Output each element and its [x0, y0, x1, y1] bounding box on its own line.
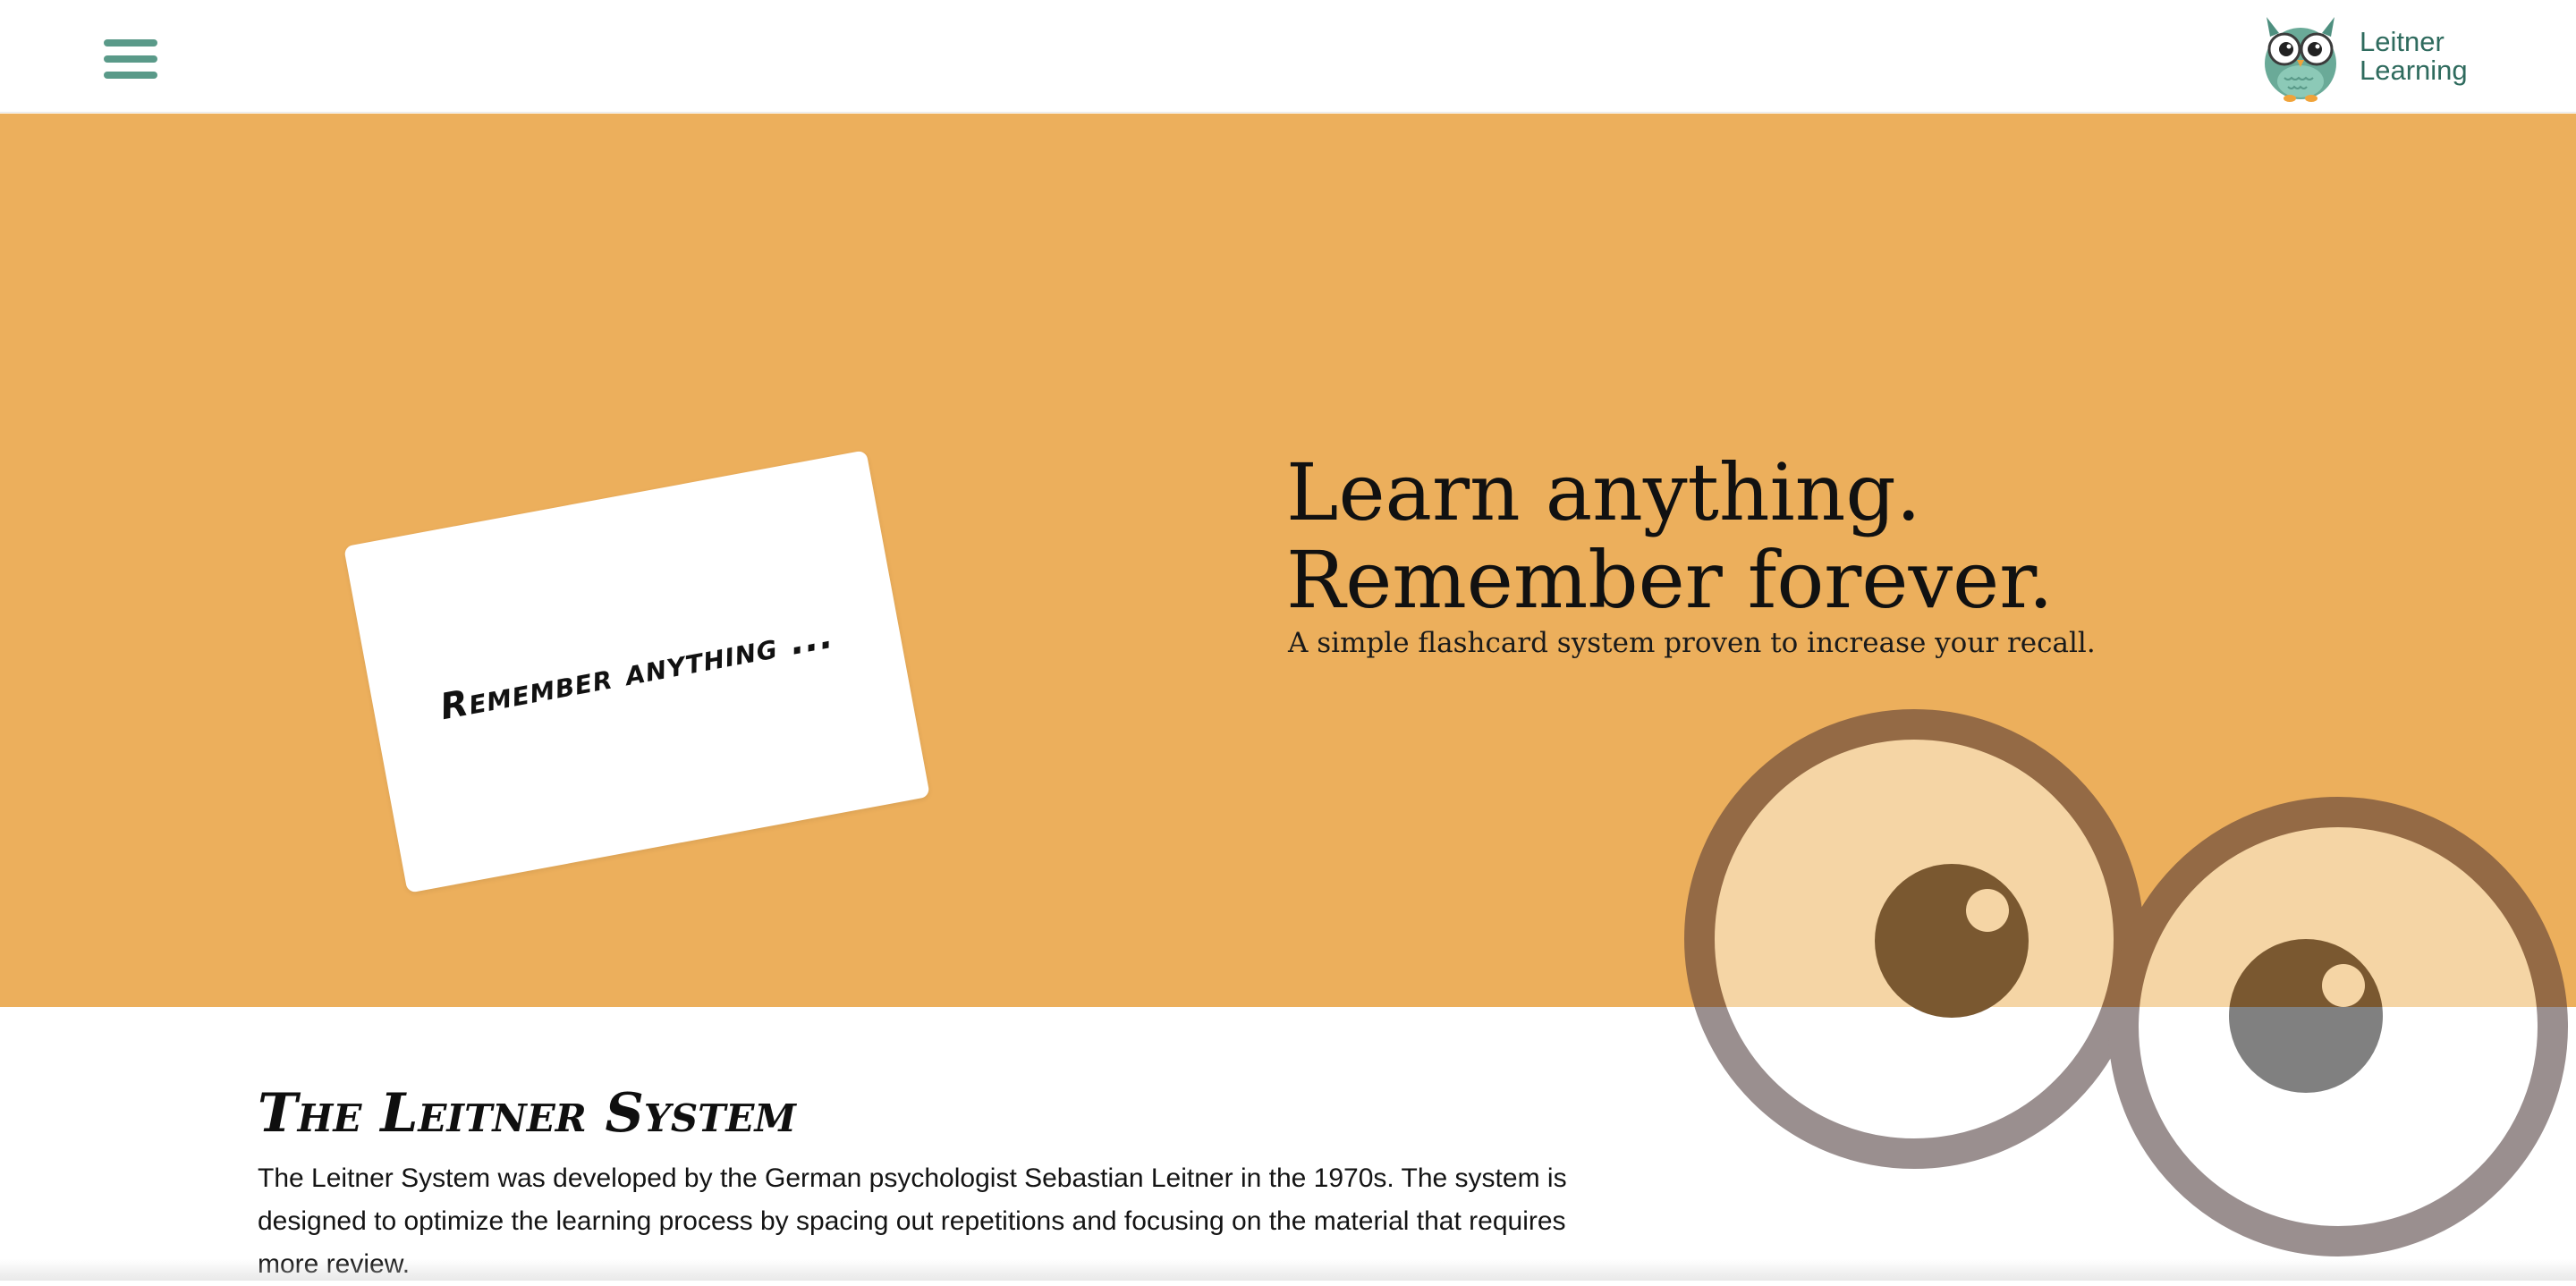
menu-bar [104, 72, 157, 79]
hero-subtitle: A simple flashcard system proven to incr… [1288, 627, 2096, 659]
flashcard-text: Remember anything ... [436, 614, 837, 729]
section-title: The Leitner System [258, 1082, 796, 1145]
hero-heading: Learn anything. Remember forever. [1286, 449, 2054, 624]
brand-name: Leitner Learning [2360, 26, 2468, 86]
site-header: Leitner Learning [0, 0, 2576, 113]
owl-logo-icon [2265, 17, 2336, 102]
leitner-system-section: The Leitner System The Leitner System wa… [0, 1007, 2576, 1281]
hero-section: Remember anything ... Learn anything. Re… [0, 114, 2576, 1007]
hero-heading-line-1: Learn anything. [1286, 446, 1921, 538]
menu-bar [104, 55, 157, 63]
brand-home-link[interactable]: Leitner Learning [2254, 9, 2503, 104]
hamburger-menu-icon[interactable] [104, 39, 157, 79]
bottom-fade [0, 1259, 2576, 1281]
menu-bar [104, 39, 157, 47]
hero-heading-line-2: Remember forever. [1286, 534, 2054, 626]
flashcard: Remember anything ... [343, 450, 930, 893]
